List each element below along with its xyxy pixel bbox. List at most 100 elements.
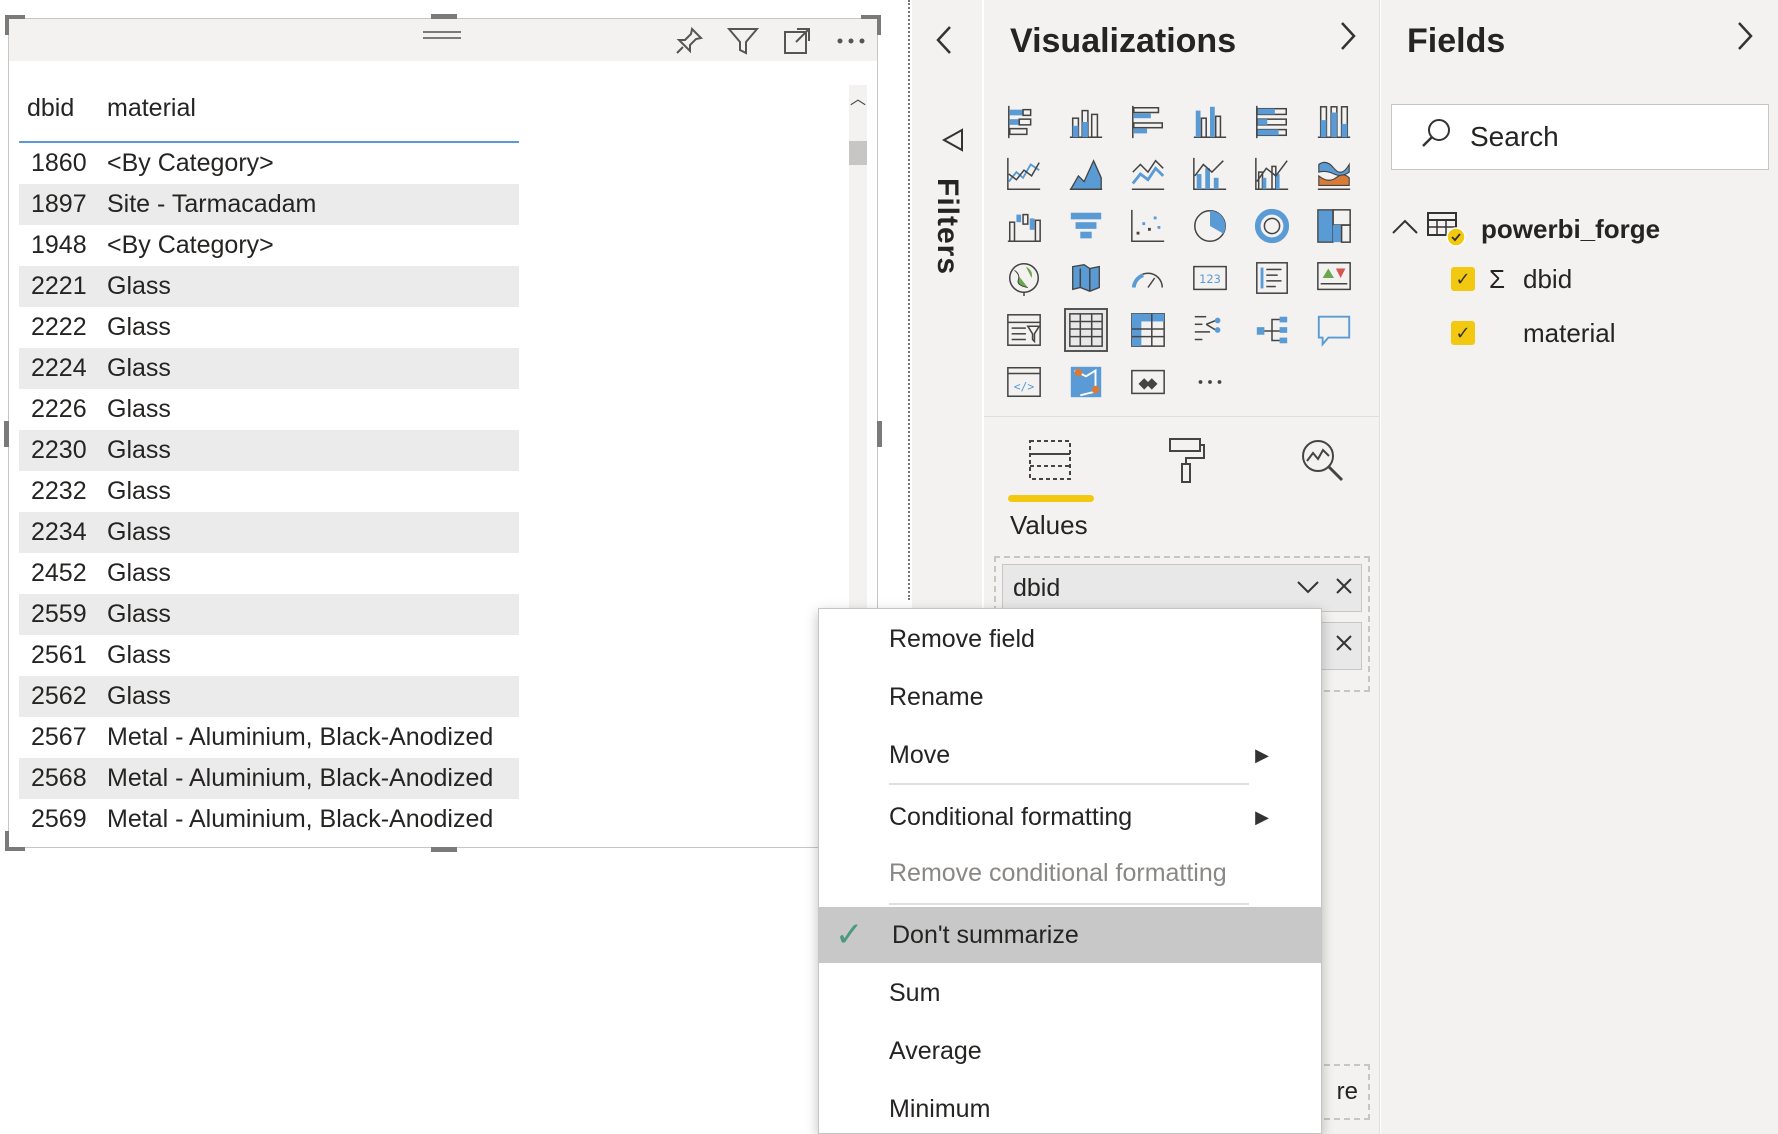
line-clustered-column-icon[interactable]: [1250, 152, 1294, 196]
stacked-bar-icon[interactable]: [1002, 100, 1046, 144]
100-bar-icon[interactable]: [1250, 100, 1294, 144]
svg-text:</>: </>: [1014, 380, 1035, 394]
chevron-right-icon[interactable]: [1735, 20, 1755, 61]
menu-item-conditional-formatting[interactable]: Conditional formatting ▶: [819, 789, 1321, 845]
waterfall-icon[interactable]: [1002, 204, 1046, 248]
multirow-card-icon[interactable]: [1250, 256, 1294, 300]
cell-material: Glass: [107, 395, 171, 423]
table-row[interactable]: 1948 <By Category>: [19, 225, 519, 266]
arcgis-icon[interactable]: [1064, 360, 1108, 404]
table-row[interactable]: 1860 <By Category>: [19, 143, 519, 184]
card-icon[interactable]: 123: [1188, 256, 1232, 300]
resize-handle-top-left[interactable]: [5, 15, 25, 35]
chevron-down-icon[interactable]: [1296, 574, 1327, 601]
field-item-material[interactable]: ✓ material: [1391, 306, 1771, 360]
line-column-icon[interactable]: [1188, 152, 1232, 196]
menu-item-sum[interactable]: Sum: [819, 965, 1321, 1021]
kpi-icon[interactable]: [1312, 256, 1356, 300]
funnel-icon[interactable]: [1064, 204, 1108, 248]
resize-handle-top-right[interactable]: [861, 15, 881, 35]
field-item-dbid[interactable]: ✓ Σdbid: [1391, 252, 1771, 306]
resize-handle-left[interactable]: [4, 421, 9, 447]
table-row[interactable]: 2226 Glass: [19, 389, 519, 430]
resize-handle-right[interactable]: [877, 421, 882, 447]
matrix-icon[interactable]: [1126, 308, 1170, 352]
table-visual[interactable]: dbid material 1860 <By Category> 1897 Site …: [4, 14, 882, 852]
fields-tab-icon[interactable]: [1006, 430, 1094, 502]
scroll-up-icon[interactable]: ︿: [849, 85, 867, 115]
slicer-icon[interactable]: [1002, 308, 1046, 352]
close-icon[interactable]: [1335, 574, 1353, 601]
filters-label[interactable]: Filters: [930, 178, 964, 275]
menu-item-average[interactable]: Average: [819, 1023, 1321, 1079]
filled-map-icon[interactable]: [1064, 256, 1108, 300]
analytics-magnifier-icon[interactable]: [1278, 430, 1366, 490]
stacked-area-icon[interactable]: [1126, 152, 1170, 196]
checkbox-checked-icon[interactable]: ✓: [1451, 321, 1475, 345]
cell-material: Glass: [107, 600, 171, 628]
table-row[interactable]: 2568 Metal - Aluminium, Black-Anodized: [19, 758, 519, 799]
report-canvas[interactable]: dbid material 1860 <By Category> 1897 Site …: [0, 0, 908, 1134]
decomposition-tree-icon[interactable]: [1188, 308, 1232, 352]
resize-handle-bottom[interactable]: [431, 847, 457, 852]
column-header-material[interactable]: material: [105, 94, 519, 123]
table-node[interactable]: powerbi_forge: [1391, 206, 1771, 252]
table-row[interactable]: 2567 Metal - Aluminium, Black-Anodized: [19, 717, 519, 758]
drag-handle-icon[interactable]: [423, 27, 461, 47]
table-row[interactable]: 2222 Glass: [19, 307, 519, 348]
well-field-dbid[interactable]: dbid: [1002, 564, 1362, 612]
qna-icon[interactable]: [1312, 308, 1356, 352]
table-row[interactable]: 2221 Glass: [19, 266, 519, 307]
table-row[interactable]: 2224 Glass: [19, 348, 519, 389]
table-row[interactable]: 2234 Glass: [19, 512, 519, 553]
map-icon[interactable]: [1002, 256, 1046, 300]
power-apps-icon[interactable]: [1126, 360, 1170, 404]
chevron-left-icon[interactable]: [934, 24, 954, 65]
table-row[interactable]: 2230 Glass: [19, 430, 519, 471]
key-influencers-icon[interactable]: [1250, 308, 1294, 352]
cell-material: Glass: [107, 272, 171, 300]
table-icon[interactable]: [1064, 308, 1108, 352]
filter-icon[interactable]: [727, 25, 759, 57]
table-row[interactable]: 2559 Glass: [19, 594, 519, 635]
scatter-icon[interactable]: [1126, 204, 1170, 248]
line-chart-icon[interactable]: [1002, 152, 1046, 196]
donut-icon[interactable]: [1250, 204, 1294, 248]
menu-item-dont-summarize[interactable]: ✓ Don't summarize: [819, 907, 1321, 963]
focus-mode-icon[interactable]: [781, 25, 813, 57]
scroll-thumb[interactable]: [849, 141, 867, 165]
resize-handle-top[interactable]: [431, 14, 457, 19]
close-icon[interactable]: [1335, 631, 1353, 659]
table-row[interactable]: 2562 Glass: [19, 676, 519, 717]
treemap-icon[interactable]: [1312, 204, 1356, 248]
checkbox-checked-icon[interactable]: ✓: [1451, 267, 1475, 291]
clustered-column-icon[interactable]: [1188, 100, 1232, 144]
script-visual-icon[interactable]: </>: [1002, 360, 1046, 404]
fields-search-input[interactable]: Search: [1391, 104, 1769, 170]
format-paint-roller-icon[interactable]: [1142, 430, 1230, 490]
cell-dbid: 1860: [31, 149, 87, 177]
menu-item-rename[interactable]: Rename: [819, 669, 1321, 725]
menu-item-minimum[interactable]: Minimum: [819, 1081, 1321, 1134]
pie-icon[interactable]: [1188, 204, 1232, 248]
100-column-icon[interactable]: [1312, 100, 1356, 144]
area-chart-icon[interactable]: [1064, 152, 1108, 196]
chevron-right-icon[interactable]: [1338, 20, 1358, 61]
ribbon-chart-icon[interactable]: [1312, 152, 1356, 196]
cell-dbid: 1948: [31, 231, 87, 259]
pin-icon[interactable]: [673, 25, 705, 57]
gauge-icon[interactable]: [1126, 256, 1170, 300]
menu-item-remove-field[interactable]: Remove field: [819, 611, 1321, 667]
chevron-up-icon[interactable]: [1391, 215, 1427, 243]
cell-material: Glass: [107, 313, 171, 341]
table-row[interactable]: 1897 Site - Tarmacadam: [19, 184, 519, 225]
table-row[interactable]: 2569 Metal - Aluminium, Black-Anodized: [19, 799, 519, 835]
table-row[interactable]: 2232 Glass: [19, 471, 519, 512]
more-visuals-icon[interactable]: [1188, 360, 1232, 404]
table-row[interactable]: 2561 Glass: [19, 635, 519, 676]
menu-item-move[interactable]: Move ▶: [819, 727, 1321, 783]
clustered-bar-icon[interactable]: [1126, 100, 1170, 144]
stacked-column-icon[interactable]: [1064, 100, 1108, 144]
column-header-dbid[interactable]: dbid: [19, 94, 105, 123]
table-row[interactable]: 2452 Glass: [19, 553, 519, 594]
